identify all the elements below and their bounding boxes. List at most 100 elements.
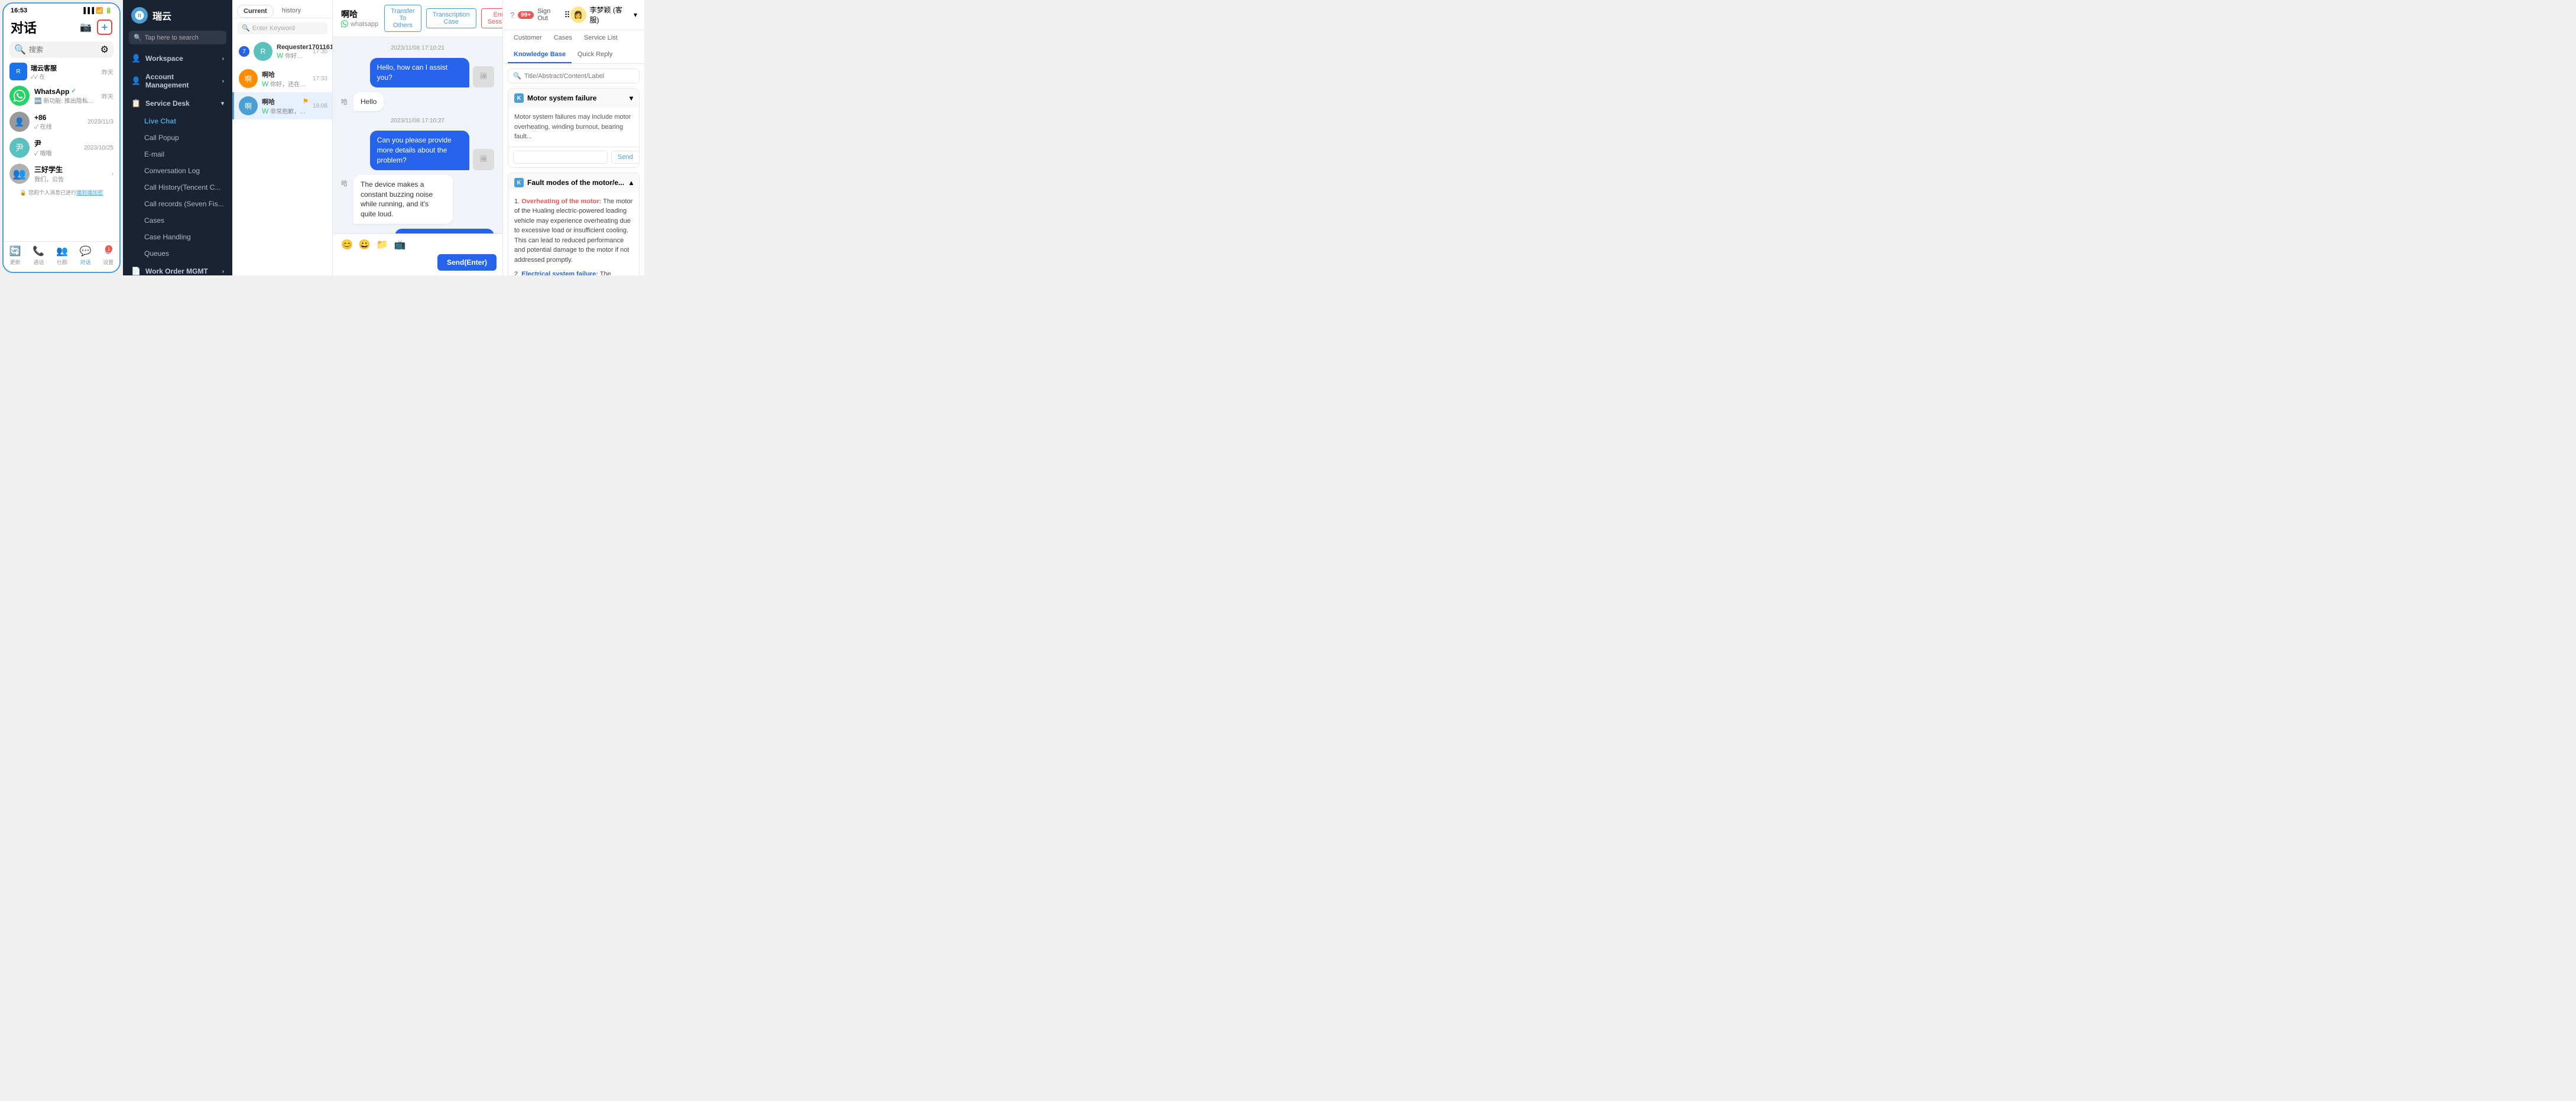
- msg-user-buzzing: 哈 The device makes a constant buzzing no…: [341, 175, 494, 224]
- chat-input[interactable]: [341, 258, 433, 267]
- sidebar-item-workspace[interactable]: 👤 Workspace ›: [123, 49, 232, 68]
- battery-icon: 🔋: [105, 8, 112, 14]
- emoji-icon[interactable]: 😊: [341, 239, 353, 251]
- chat-header-actions: Transfer To Others Transcription Case En…: [384, 5, 517, 32]
- help-icon[interactable]: ?: [510, 11, 514, 20]
- chat-search[interactable]: 🔍 Enter Keyword: [237, 22, 327, 34]
- tab-knowledge-base[interactable]: Knowledge Base: [508, 47, 572, 63]
- nav-calls[interactable]: 📞 通话: [33, 245, 44, 266]
- chat-preview-aha2: W 非常抱歉，当前客服应接不暇...: [262, 106, 309, 115]
- sidebar-panel: 瑞云 🔍 Tap here to search 👤 Workspace › 👤 …: [123, 0, 232, 275]
- knowledge-search[interactable]: 🔍: [508, 69, 640, 83]
- sidebar-sub-live-chat[interactable]: Live Chat: [123, 113, 232, 129]
- apps-icon[interactable]: ⠿: [564, 10, 570, 20]
- chat-input-toolbar: 😊 😀 📁 📺: [341, 239, 494, 251]
- tab-history[interactable]: history: [276, 5, 307, 18]
- company-name: 瑞云客服: [31, 63, 57, 73]
- sidebar-item-account-management[interactable]: 👤 Account Management ›: [123, 68, 232, 94]
- chat-header-name: 啊哈: [341, 8, 378, 20]
- sign-out-button[interactable]: Sign Out: [537, 8, 560, 22]
- card-header-left: K Motor system failure: [514, 93, 596, 103]
- sidebar-sub-email[interactable]: E-mail: [123, 146, 232, 163]
- tab-cases[interactable]: Cases: [548, 30, 578, 47]
- card-header-motor[interactable]: K Motor system failure ▾: [508, 89, 639, 108]
- tab-service-list[interactable]: Service List: [578, 30, 624, 47]
- nav-settings[interactable]: ⚙ 1 设置: [103, 245, 113, 266]
- sidebar-search[interactable]: 🔍 Tap here to search: [129, 31, 226, 44]
- camera-icon[interactable]: 📷: [78, 20, 93, 35]
- knowledge-header-left: ? 99+ Sign Out ⠿: [510, 8, 570, 22]
- knowledge-user: 👩 李梦颖 (客服) ▾: [570, 5, 637, 25]
- workspace-label: Workspace: [145, 54, 218, 63]
- card-header-fault[interactable]: K Fault modes of the motor/e... ▴: [508, 173, 639, 192]
- chat-meta-requester: 17:30: [313, 48, 327, 55]
- flag-icon: ⚑: [303, 98, 309, 105]
- whatsapp-name: WhatsApp ✓: [34, 87, 97, 96]
- chat-item-requester[interactable]: 7 R Requester1701161895977 W 你好，还在吗? 17:…: [232, 38, 332, 65]
- chat-item-aha1[interactable]: 啊 啊哈 W 你好，还在吗? 17:33: [232, 65, 332, 92]
- card-title-motor: Motor system failure: [527, 94, 596, 102]
- sidebar-sub-case-handling[interactable]: Case Handling: [123, 229, 232, 245]
- contact-whatsapp[interactable]: WhatsApp ✓ 🆕 新功能: 推出隐私检查 掌握您要分享的内容和分享对象。…: [4, 83, 119, 109]
- user-name: 李梦颖 (客服): [590, 5, 630, 25]
- tv-icon[interactable]: 📺: [394, 239, 406, 251]
- tab-customer[interactable]: Customer: [508, 30, 548, 47]
- msg-system-2: 2023/11/08 17:10:27: [341, 116, 494, 126]
- phone-search-input[interactable]: [29, 46, 98, 54]
- phone-filter-icon[interactable]: ⚙: [100, 44, 109, 56]
- knowledge-tabs: Customer Cases Service List Knowledge Ba…: [503, 30, 644, 64]
- work-order-arrow: ›: [222, 268, 224, 275]
- contact86-meta: 2023/11/3: [87, 119, 113, 125]
- chat-item-aha2[interactable]: 啊 啊哈 ⚑ W 非常抱歉，当前客服应接不暇... 18:08: [232, 92, 332, 119]
- transfer-to-others-button[interactable]: Transfer To Others: [384, 5, 421, 32]
- contact-group[interactable]: 👥 三好学生 我们，公告 ›: [4, 161, 119, 187]
- tab-current[interactable]: Current: [237, 5, 274, 18]
- card-title-fault: Fault modes of the motor/e...: [527, 178, 624, 187]
- channel-icon: [341, 20, 348, 29]
- msg-bubble-agent-repair: Alright, you can fill out a repair form …: [395, 229, 494, 233]
- sidebar-item-service-desk[interactable]: 📋 Service Desk ▾: [123, 94, 232, 113]
- sidebar-sub-call-popup[interactable]: Call Popup: [123, 129, 232, 146]
- user-dropdown-icon[interactable]: ▾: [634, 11, 637, 19]
- sidebar-sub-conversation-log[interactable]: Conversation Log: [123, 163, 232, 179]
- fault-title-1: Overheating of the motor:: [521, 198, 601, 205]
- sidebar-item-work-order[interactable]: 📄 Work Order MGMT ›: [123, 262, 232, 275]
- transcription-case-button[interactable]: Transcription Case: [426, 8, 476, 28]
- group-avatar: 👥: [9, 164, 30, 184]
- chat-name-aha1: 啊哈: [262, 70, 309, 79]
- reply-send-button[interactable]: Send: [611, 151, 640, 164]
- reply-input[interactable]: [513, 151, 608, 164]
- contact-86[interactable]: 👤 +86 ✓ 在线 2023/11/3: [4, 109, 119, 135]
- group-preview: 我们，公告: [34, 174, 107, 183]
- nav-community[interactable]: 👥 社群: [56, 245, 68, 266]
- add-chat-button[interactable]: +: [97, 20, 112, 35]
- fault-num-1: 1.: [514, 198, 521, 205]
- whatsapp-preview: 🆕 新功能: 推出隐私检查 掌握您要分享的内容和分享对象。隐私检...: [34, 96, 97, 105]
- call-records-seven-label: Call records (Seven Fis...: [144, 200, 224, 208]
- fault-num-2: 2.: [514, 271, 521, 275]
- nav-chat[interactable]: 💬 对话: [80, 245, 92, 266]
- msg-agent-1: Hello, how can I assist you? 🖼: [341, 58, 494, 87]
- fault-item-1: 1. Overheating of the motor: The motor o…: [514, 197, 633, 265]
- send-button[interactable]: Send(Enter): [437, 254, 497, 271]
- chat-badge-requester: 7: [239, 46, 249, 57]
- msg-user-hello: 哈 Hello: [341, 92, 494, 112]
- nav-updates[interactable]: 🔄 更新: [9, 245, 21, 266]
- emoji2-icon[interactable]: 😀: [359, 239, 371, 251]
- card-icon-2: K: [514, 178, 524, 187]
- phone-bottom-nav: 🔄 更新 📞 通话 👥 社群 💬 对话 ⚙ 1 设置: [4, 241, 119, 272]
- folder-icon[interactable]: 📁: [377, 239, 388, 251]
- chat-info-aha1: 啊哈 W 你好，还在吗?: [262, 70, 309, 88]
- contact-yin[interactable]: 尹 尹 ✓ 哦哦 2023/10/25: [4, 135, 119, 161]
- sidebar-sub-cases[interactable]: Cases: [123, 212, 232, 229]
- card-icon-1: K: [514, 93, 524, 103]
- sidebar-sub-call-history-tencent[interactable]: Call History(Tencent C...: [123, 179, 232, 196]
- sidebar-sub-call-records-seven[interactable]: Call records (Seven Fis...: [123, 196, 232, 212]
- tab-quick-reply[interactable]: Quick Reply: [572, 47, 618, 63]
- card-expand-icon: ▴: [630, 178, 633, 187]
- phone-search-bar[interactable]: 🔍 ⚙: [9, 41, 113, 58]
- sidebar-search-icon: 🔍: [134, 34, 142, 41]
- knowledge-search-icon: 🔍: [513, 72, 521, 80]
- knowledge-search-input[interactable]: [524, 73, 634, 80]
- sidebar-sub-queues[interactable]: Queues: [123, 245, 232, 262]
